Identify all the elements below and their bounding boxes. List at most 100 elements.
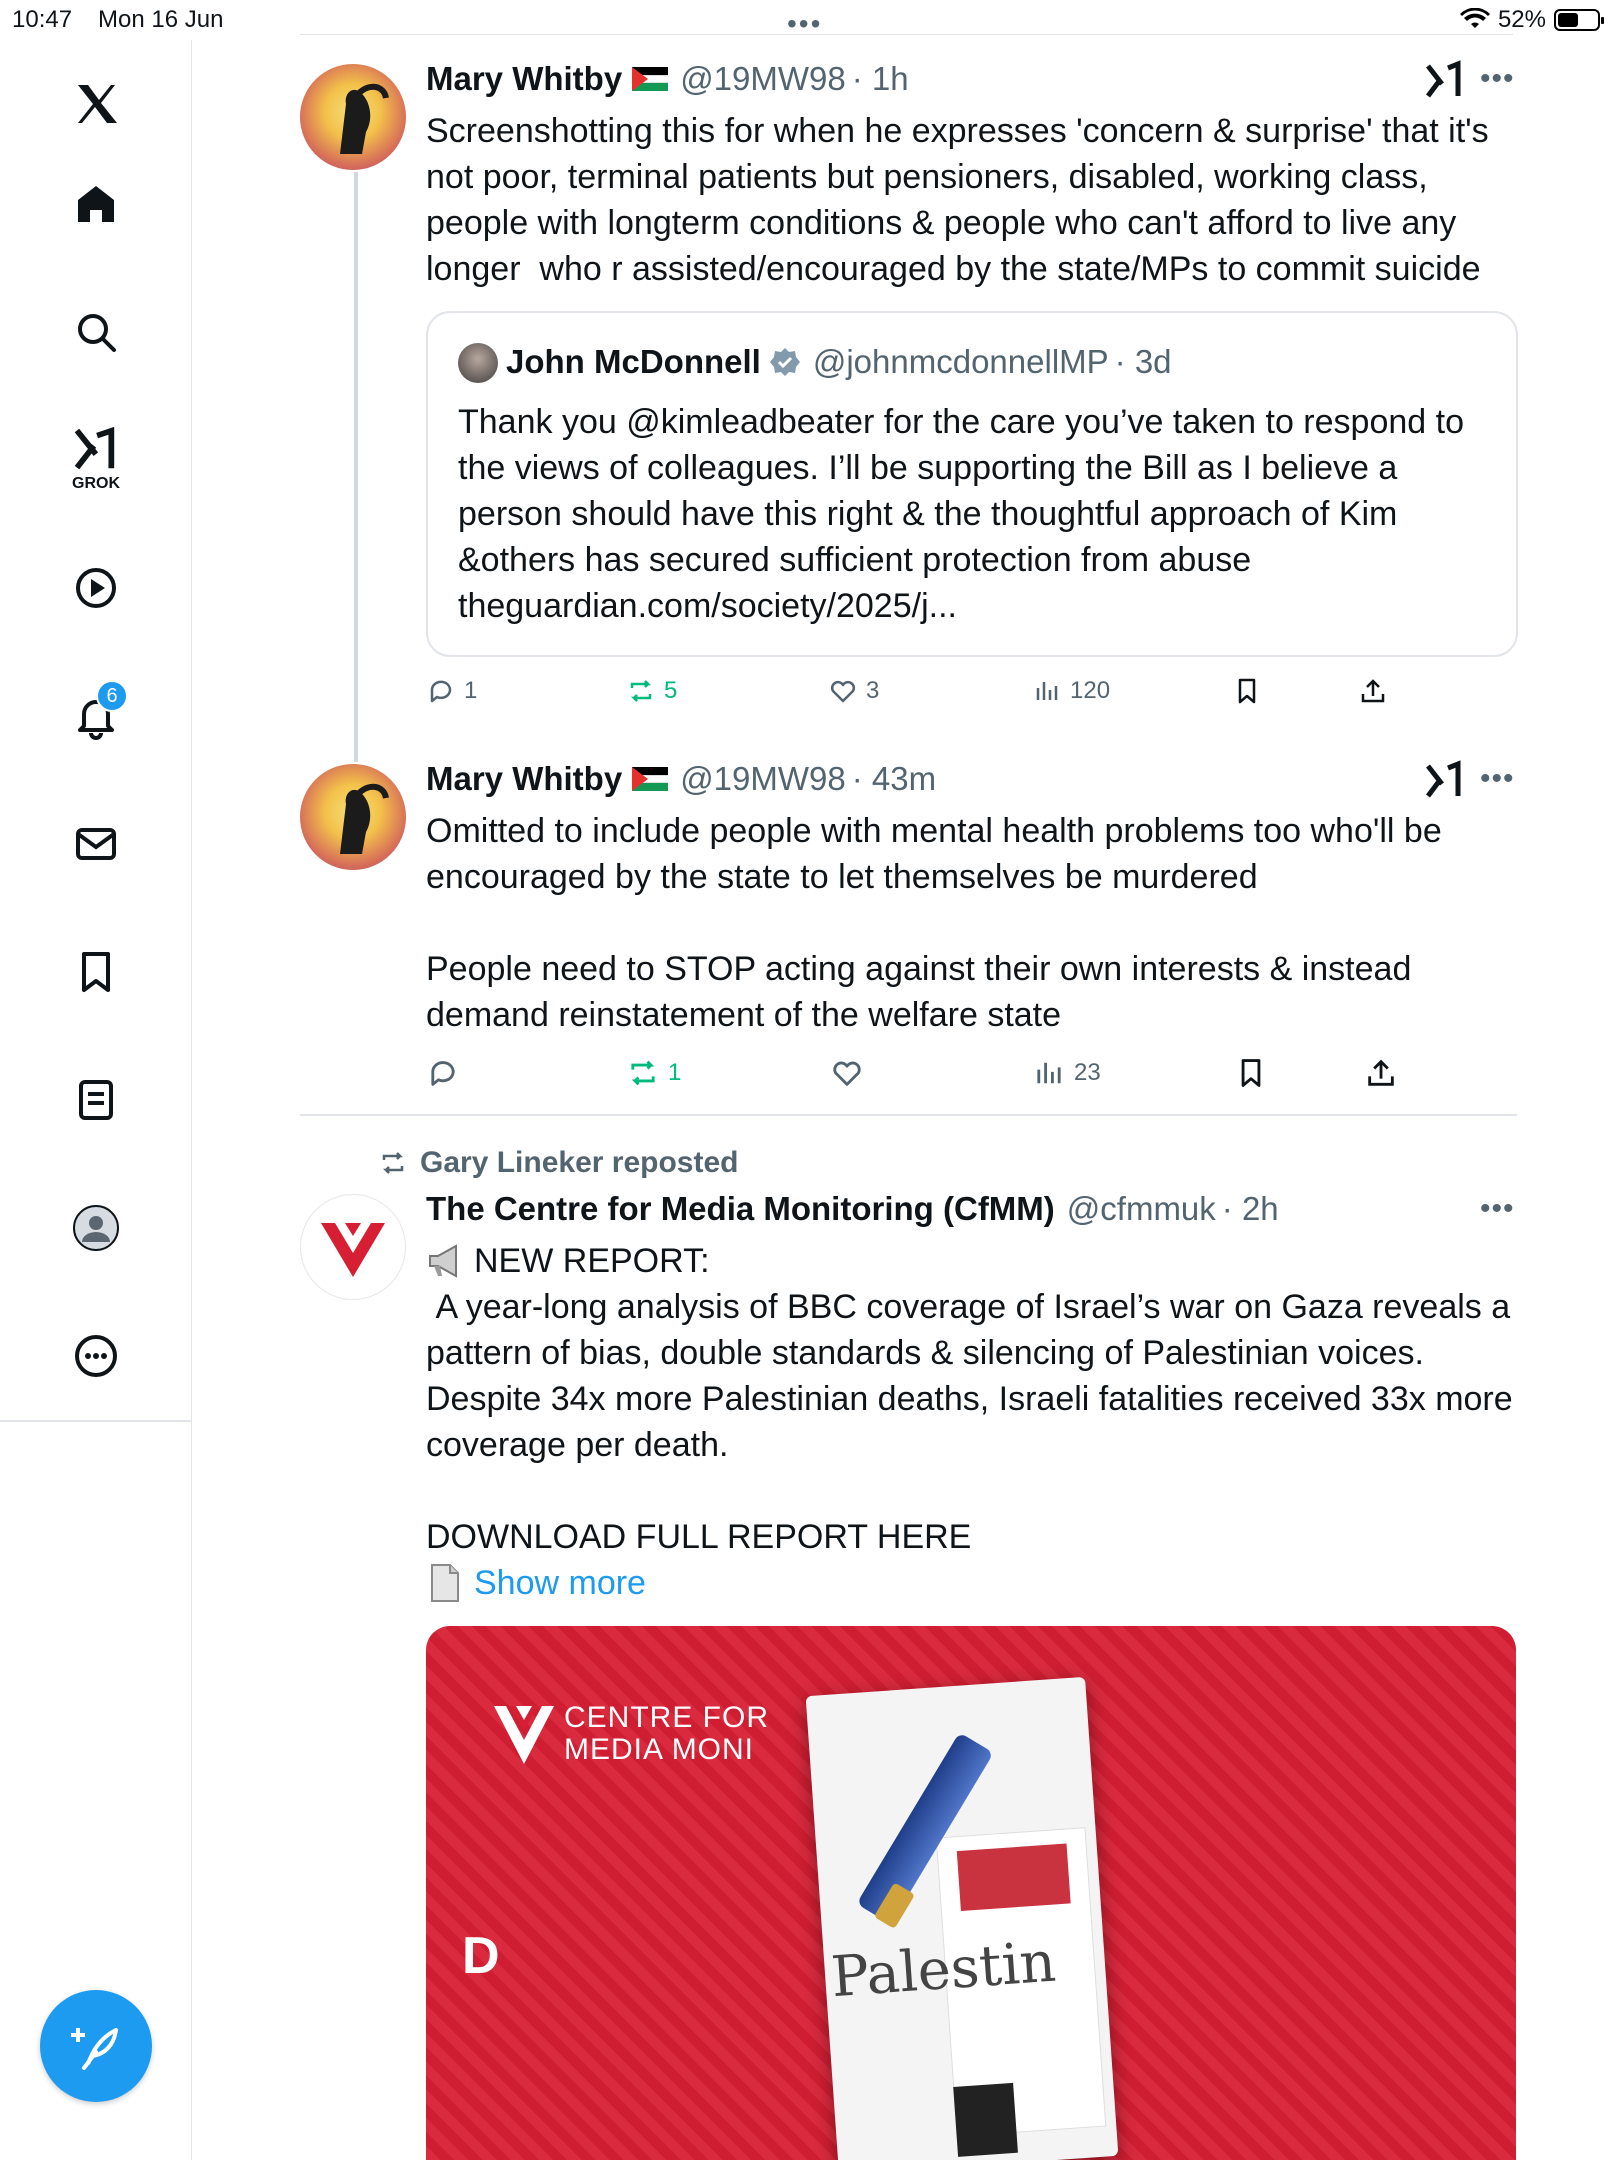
post-time[interactable]: · 43m — [852, 760, 936, 798]
bookmark-button[interactable] — [1234, 1056, 1268, 1090]
reposted-by-label: Gary Lineker reposted — [420, 1146, 739, 1179]
document-icon — [431, 1564, 459, 1602]
tweet-header: Mary Whitby @19MW98 · 43m — [426, 760, 936, 798]
share-button[interactable] — [1358, 676, 1388, 706]
author-handle[interactable]: @19MW98 — [680, 760, 846, 798]
post-time[interactable]: · 2h — [1222, 1190, 1279, 1228]
show-more-row[interactable]: Show more — [426, 1560, 646, 1606]
post-time[interactable]: · 1h — [852, 60, 909, 98]
report-thumbnail — [953, 2082, 1018, 2157]
more-options-icon[interactable]: ••• — [1480, 62, 1515, 96]
repost-count: 1 — [668, 1059, 682, 1086]
avatar[interactable] — [300, 64, 406, 170]
quoted-author-handle: @johnmcdonnellMP — [812, 343, 1109, 380]
quoted-author-name: John McDonnell — [506, 343, 761, 380]
more-options-icon[interactable]: ••• — [1480, 762, 1515, 796]
author-name[interactable]: The Centre for Media Monitoring (CfMM) — [426, 1190, 1055, 1228]
author-name[interactable]: Mary Whitby — [426, 60, 622, 98]
tweet-header: Mary Whitby @19MW98 · 1h — [426, 60, 909, 98]
wifi-icon — [1459, 8, 1490, 28]
media-brand-line1: CENTRE FOR — [564, 1701, 769, 1734]
notification-badge: 6 — [96, 680, 128, 712]
reply-icon — [430, 680, 452, 703]
verified-badge-icon — [769, 348, 800, 376]
share-upload-icon — [1368, 1059, 1394, 1086]
reply-button[interactable] — [426, 1056, 468, 1090]
avatar[interactable] — [300, 1194, 406, 1300]
author-handle[interactable]: @19MW98 — [680, 60, 846, 98]
bookmark-button[interactable] — [1232, 676, 1262, 706]
more-options-icon[interactable] — [56, 1316, 136, 1396]
tweet-first-line: NEW REPORT: — [426, 1238, 1516, 1284]
battery-fill — [1558, 13, 1578, 27]
status-time: 10:47 — [12, 6, 73, 33]
status-date: Mon 16 Jun — [98, 6, 224, 33]
grok-explain-icon[interactable] — [1424, 760, 1464, 809]
media-partial-letter: D — [462, 1927, 500, 1985]
home-icon[interactable] — [56, 164, 136, 244]
profile-avatar-icon[interactable] — [56, 1188, 136, 1268]
media-brand: CENTRE FOR MEDIA MONI — [492, 1702, 769, 1768]
views-button[interactable]: 23 — [1032, 1056, 1101, 1090]
repost-attribution[interactable]: Gary Lineker reposted — [376, 1146, 738, 1180]
video-icon[interactable] — [56, 548, 136, 628]
author-name[interactable]: Mary Whitby — [426, 760, 622, 798]
heart-icon — [830, 680, 856, 703]
views-button[interactable]: 120 — [1032, 676, 1110, 706]
grok-icon[interactable]: GROK — [56, 412, 136, 508]
media-brand-line2: MEDIA MONI — [564, 1733, 755, 1766]
bookmark-icon — [1241, 1059, 1261, 1087]
more-options-icon[interactable]: ••• — [1480, 1192, 1515, 1226]
repost-button[interactable]: 1 — [626, 1056, 681, 1090]
reply-icon — [431, 1061, 455, 1086]
tweet-headline: NEW REPORT: — [474, 1242, 710, 1280]
quoted-time: · 3d — [1114, 343, 1172, 380]
bookmarks-icon[interactable] — [56, 932, 136, 1012]
reply-button[interactable]: 1 — [426, 676, 477, 706]
multitask-dots[interactable]: ••• — [787, 8, 822, 40]
x-logo-icon[interactable] — [56, 64, 136, 144]
palestine-flag-icon — [632, 767, 669, 791]
author-handle[interactable]: @cfmmuk — [1067, 1190, 1216, 1228]
share-upload-icon — [1361, 679, 1385, 703]
thread-connector-line — [354, 172, 358, 762]
repost-button[interactable]: 5 — [626, 676, 677, 706]
grok-explain-icon[interactable] — [1424, 60, 1464, 109]
tweet-text: A year-long analysis of BBC coverage of … — [426, 1288, 1513, 1556]
heart-icon — [833, 1061, 861, 1086]
like-button[interactable] — [830, 1056, 864, 1090]
repost-icon — [382, 1152, 404, 1174]
lists-icon[interactable] — [56, 1060, 136, 1140]
avatar[interactable] — [300, 764, 406, 870]
bookmark-icon — [1238, 678, 1256, 704]
compose-feather-icon — [71, 2028, 118, 2070]
quoted-header: John McDonnell @johnmcdonnellMP · 3d — [506, 343, 1172, 381]
post-separator — [300, 1114, 1517, 1116]
share-button[interactable] — [1364, 1056, 1398, 1090]
tweet-header: The Centre for Media Monitoring (CfMM) @… — [426, 1190, 1279, 1228]
battery-icon — [1554, 9, 1604, 31]
cfmm-logo-icon — [494, 1706, 554, 1764]
search-icon[interactable] — [56, 292, 136, 372]
compose-post-button[interactable] — [40, 1990, 152, 2102]
view-count: 120 — [1070, 677, 1111, 704]
messages-envelope-icon[interactable] — [56, 804, 136, 884]
view-count: 23 — [1074, 1059, 1101, 1086]
grok-label: GROK — [72, 475, 120, 492]
report-document-image: Palestin — [805, 1676, 1119, 2160]
tweet-text: Omitted to include people with mental he… — [426, 812, 1442, 1034]
repost-icon — [631, 1060, 655, 1086]
show-more-link[interactable]: Show more — [474, 1560, 646, 1606]
like-count: 3 — [866, 677, 880, 704]
sidebar-divider — [0, 1420, 192, 1422]
notifications-bell-icon[interactable]: 6 — [56, 676, 136, 756]
like-button[interactable]: 3 — [828, 676, 879, 706]
quoted-text: Thank you @kimleadbeater for the care yo… — [458, 403, 1464, 625]
repost-count: 5 — [664, 677, 678, 704]
tweet-text: Screenshotting this for when he expresse… — [426, 112, 1499, 288]
previous-post-separator — [300, 34, 1513, 35]
media-image[interactable]: CENTRE FOR MEDIA MONI D Palestin — [426, 1626, 1516, 2160]
quoted-tweet[interactable]: John McDonnell @johnmcdonnellMP · 3d Tha… — [426, 311, 1518, 657]
palestine-flag-icon — [632, 67, 669, 91]
views-chart-icon — [1036, 682, 1058, 700]
